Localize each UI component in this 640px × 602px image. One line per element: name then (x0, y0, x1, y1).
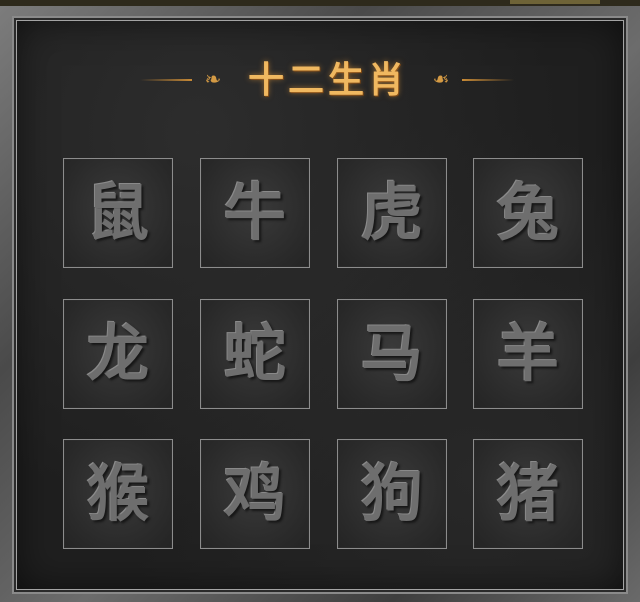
top-strip (0, 0, 640, 6)
zodiac-label: 羊 (496, 317, 559, 390)
top-strip-highlight (510, 0, 600, 4)
zodiac-tile-snake[interactable]: 蛇 (200, 299, 310, 409)
zodiac-label: 龙 (86, 317, 149, 390)
zodiac-tile-horse[interactable]: 马 (337, 299, 447, 409)
zodiac-label: 牛 (223, 176, 286, 249)
cloud-scroll-icon: ❧ (204, 67, 222, 91)
window-frame: ❧ 十二生肖 ❧ 鼠 牛 虎 兔 龙 蛇 马 羊 猴 鸡 狗 猪 (0, 0, 640, 602)
zodiac-tile-dog[interactable]: 狗 (337, 439, 447, 549)
zodiac-label: 猪 (496, 457, 559, 530)
zodiac-label: 鸡 (223, 457, 286, 530)
zodiac-tile-pig[interactable]: 猪 (473, 439, 583, 549)
zodiac-label: 鼠 (86, 176, 149, 249)
zodiac-tile-ox[interactable]: 牛 (200, 158, 310, 268)
zodiac-tile-rat[interactable]: 鼠 (63, 158, 173, 268)
zodiac-tile-rooster[interactable]: 鸡 (200, 439, 310, 549)
zodiac-label: 虎 (360, 176, 423, 249)
zodiac-label: 蛇 (223, 317, 286, 390)
zodiac-tile-monkey[interactable]: 猴 (63, 439, 173, 549)
zodiac-tile-rabbit[interactable]: 兔 (473, 158, 583, 268)
zodiac-grid: 鼠 牛 虎 兔 龙 蛇 马 羊 猴 鸡 狗 猪 (63, 158, 583, 550)
cloud-scroll-icon: ❧ (432, 67, 450, 91)
zodiac-tile-goat[interactable]: 羊 (473, 299, 583, 409)
page-title: 十二生肖 (247, 59, 408, 101)
zodiac-tile-dragon[interactable]: 龙 (63, 299, 173, 409)
title-line-right (462, 79, 514, 81)
zodiac-label: 猴 (86, 457, 149, 530)
zodiac-label: 兔 (496, 176, 559, 249)
zodiac-tile-tiger[interactable]: 虎 (337, 158, 447, 268)
zodiac-label: 马 (360, 317, 423, 390)
zodiac-label: 狗 (360, 457, 423, 530)
title-line-left (140, 79, 192, 81)
title-row: ❧ 十二生肖 ❧ (0, 52, 640, 108)
